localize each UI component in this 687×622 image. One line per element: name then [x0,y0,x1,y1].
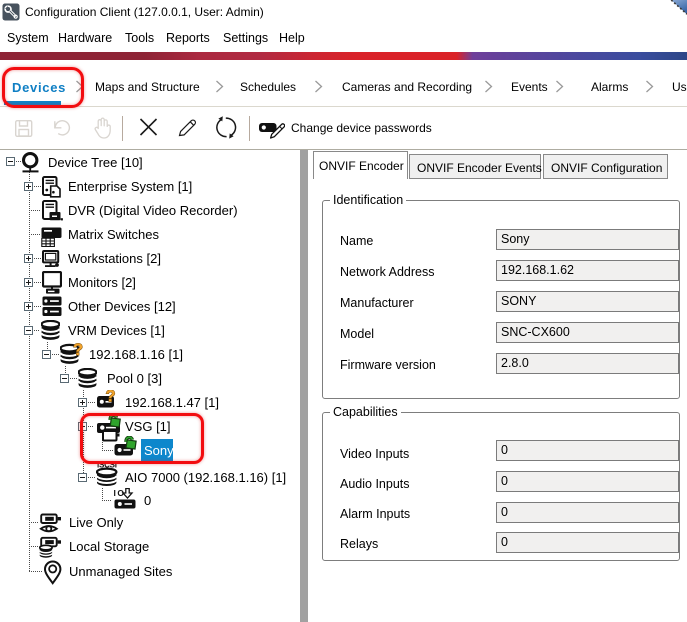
svg-text:?: ? [106,390,116,406]
svg-text:?: ? [73,343,83,359]
